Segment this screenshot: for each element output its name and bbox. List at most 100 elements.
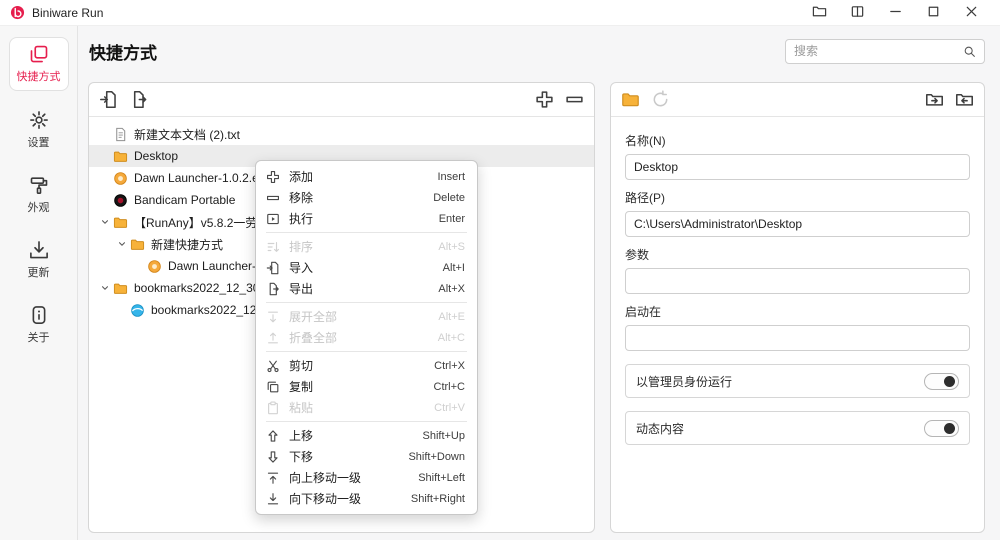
list-remove-button[interactable] [565,90,584,109]
menu-separator [266,232,467,233]
menu-item-move-up[interactable]: 上移 Shift+Up [256,425,477,446]
menu-item-shortcut: Alt+I [443,262,465,274]
import-icon [266,261,280,275]
app-amber-icon [113,171,128,186]
search-input[interactable] [794,44,963,58]
field-input-path[interactable] [625,211,970,237]
caret-spacer [131,259,147,273]
titlebar: Biniware Run [0,0,1000,26]
folder-out-icon [925,90,944,109]
menu-item-shortcut: Alt+C [438,332,465,344]
context-menu: 添加 Insert 移除 Delete 执行 Enter 排序 Alt+S 导入… [255,160,478,515]
sidebar-item-update[interactable]: 更新 [9,234,69,286]
caret-down-icon[interactable] [97,281,113,295]
sidebar: 快捷方式 设置 外观 更新 关于 [0,26,78,540]
sidebar-item-appearance[interactable]: 外观 [9,169,69,221]
remove-outline-icon [266,191,280,205]
menu-item-import[interactable]: 导入 Alt+I [256,257,477,278]
menu-item-shortcut: Shift+Right [411,493,465,505]
window-open-folder-button[interactable] [800,1,838,25]
about-icon [29,305,49,325]
window-maximize-button[interactable] [914,1,952,25]
caret-spacer [97,127,113,141]
details-folder-button[interactable] [621,90,640,109]
menu-item-remove[interactable]: 移除 Delete [256,187,477,208]
folder-icon [113,281,128,296]
field-input-arguments[interactable] [625,268,970,294]
folder-in-icon [955,90,974,109]
html-icon [130,303,145,318]
toggle-label: 动态内容 [636,420,684,437]
details-refresh-button [651,90,670,109]
caret-down-icon[interactable] [97,215,113,229]
menu-item-copy[interactable]: 复制 Ctrl+C [256,376,477,397]
list-export-button[interactable] [129,90,148,109]
sidebar-item-settings[interactable]: 设置 [9,104,69,156]
menu-item-shortcut: Shift+Left [418,472,465,484]
menu-item-shortcut: Delete [433,192,465,204]
menu-item-move-level-down[interactable]: 向下移动一级 Shift+Right [256,488,477,509]
move-down-icon [266,450,280,464]
import-icon [99,90,118,109]
sidebar-item-shortcuts[interactable]: 快捷方式 [9,37,69,91]
menu-item-label: 向上移动一级 [289,469,409,486]
menu-item-shortcut: Alt+S [438,241,465,253]
menu-item-shortcut: Enter [439,213,465,225]
caret-down-icon[interactable] [114,237,130,251]
field-arguments: 参数 [625,246,970,294]
gear-icon [29,110,49,130]
field-input-name[interactable] [625,154,970,180]
caret-spacer [97,193,113,207]
menu-item-add[interactable]: 添加 Insert [256,166,477,187]
details-folder-out-button[interactable] [925,90,944,109]
list-import-button[interactable] [99,90,118,109]
menu-item-label: 向下移动一级 [289,490,402,507]
tree-item[interactable]: 新建文本文档 (2).txt [89,123,594,145]
details-folder-in-button[interactable] [955,90,974,109]
field-input-start-in[interactable] [625,325,970,351]
app-amber-icon [147,259,162,274]
window-library-button[interactable] [838,1,876,25]
menu-item-label: 导出 [289,280,429,297]
search-box[interactable] [785,39,985,64]
menu-item-execute[interactable]: 执行 Enter [256,208,477,229]
win-close-icon [964,4,979,22]
toggle-knob [944,423,955,434]
copy-icon [266,380,280,394]
remove-outline-icon [565,90,584,109]
level-up-icon [266,471,280,485]
move-up-icon [266,429,280,443]
left-panel-toolbar [89,83,594,117]
menu-item-paste: 粘贴 Ctrl+V [256,397,477,418]
menu-item-label: 添加 [289,168,428,185]
app-title: Biniware Run [32,6,103,20]
menu-item-label: 展开全部 [289,308,429,325]
toggle-label: 以管理员身份运行 [636,373,732,390]
window-minimize-button[interactable] [876,1,914,25]
field-label: 启动在 [625,303,970,320]
tree-item-label: 新建快捷方式 [151,236,223,253]
menu-item-label: 上移 [289,427,414,444]
sidebar-item-about[interactable]: 关于 [9,299,69,351]
list-add-button[interactable] [535,90,554,109]
menu-item-shortcut: Ctrl+C [434,381,465,393]
toggle-run-as-admin[interactable] [924,373,959,390]
export-icon [266,282,280,296]
menu-item-label: 执行 [289,210,430,227]
menu-item-label: 导入 [289,259,434,276]
window-close-button[interactable] [952,1,990,25]
menu-item-export[interactable]: 导出 Alt+X [256,278,477,299]
menu-item-sort: 排序 Alt+S [256,236,477,257]
menu-item-move-level-up[interactable]: 向上移动一级 Shift+Left [256,467,477,488]
tree-item-label: 新建文本文档 (2).txt [134,126,240,143]
run-icon [266,212,280,226]
field-label: 路径(P) [625,189,970,206]
field-label: 参数 [625,246,970,263]
toggle-dynamic-content[interactable] [924,420,959,437]
app-dark-icon [113,193,128,208]
sidebar-item-label: 外观 [28,199,50,215]
menu-item-move-down[interactable]: 下移 Shift+Down [256,446,477,467]
add-outline-icon [266,170,280,184]
textfile-icon [113,127,128,142]
menu-item-cut[interactable]: 剪切 Ctrl+X [256,355,477,376]
